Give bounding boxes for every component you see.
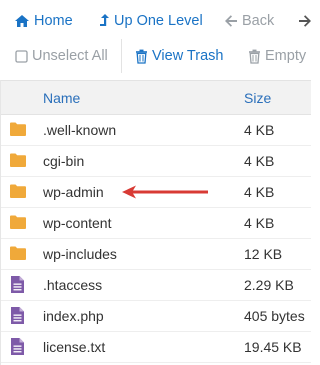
file-name: wp-content [43,215,112,231]
home-icon [14,14,30,28]
file-size: 4 KB [244,153,275,169]
file-row[interactable]: cgi-bin 4 KB [1,146,311,177]
file-name: wp-admin [43,184,104,200]
file-name: wp-includes [43,246,117,262]
up-one-level-button[interactable]: Up One Level [98,7,203,35]
file-name: cgi-bin [43,153,85,169]
level-up-icon [98,13,110,29]
folder-icon [9,183,27,203]
file-row[interactable]: .htaccess 2.29 KB [1,270,311,301]
trash-icon [135,49,148,64]
toolbar-row-actions: Unselect All View Trash Empty [0,39,311,73]
file-row[interactable]: wp-includes 12 KB [1,239,311,270]
file-size: 12 KB [244,246,283,262]
file-list-header: Name Size [1,80,311,115]
view-trash-button[interactable]: View Trash [135,42,223,70]
home-button[interactable]: Home [14,7,73,35]
unselect-all-label: Unselect All [32,48,108,64]
file-size: 2.29 KB [244,277,294,293]
file-name: .well-known [43,122,117,138]
annotation-arrow [122,185,208,199]
folder-icon [9,121,27,141]
file-text-icon [10,337,28,357]
file-size: 4 KB [244,184,275,200]
forward-button[interactable] [298,7,316,35]
trash-icon [248,49,261,64]
empty-trash-label: Empty [265,48,307,64]
unselect-all-button[interactable]: Unselect All [15,42,108,70]
file-row[interactable]: license.txt 19.45 KB [1,332,311,363]
up-one-level-label: Up One Level [114,13,203,29]
column-header-name[interactable]: Name [43,90,80,106]
arrow-right-icon [298,15,312,27]
file-name: index.php [43,308,104,324]
file-text-icon [10,275,28,295]
file-size: 4 KB [244,215,275,231]
file-size: 405 bytes [244,308,305,324]
checkbox-icon [15,49,28,63]
empty-trash-button[interactable]: Empty [248,42,306,70]
file-size: 4 KB [244,122,275,138]
folder-icon [9,245,27,265]
view-trash-label: View Trash [152,48,224,64]
file-row[interactable]: index.php 405 bytes [1,301,311,332]
file-size: 19.45 KB [244,339,302,355]
back-button[interactable]: Back [224,7,274,35]
file-name: .htaccess [43,277,103,293]
folder-icon [9,214,27,234]
toolbar-divider [121,39,122,73]
file-list: Name Size .well-known 4 KB cgi-bin 4 KB wp-a… [0,80,311,365]
back-label: Back [242,13,275,29]
arrow-left-icon [224,15,238,27]
file-text-icon [10,306,28,326]
home-label: Home [34,13,73,29]
file-name: license.txt [43,339,106,355]
folder-icon [9,152,27,172]
file-row[interactable]: .well-known 4 KB [1,115,311,146]
file-row[interactable]: wp-content 4 KB [1,208,311,239]
toolbar-row-navigation: Home Up One Level Back [0,5,311,37]
column-header-size[interactable]: Size [244,90,271,106]
toolbar: Home Up One Level Back Unselect All View… [0,0,311,76]
